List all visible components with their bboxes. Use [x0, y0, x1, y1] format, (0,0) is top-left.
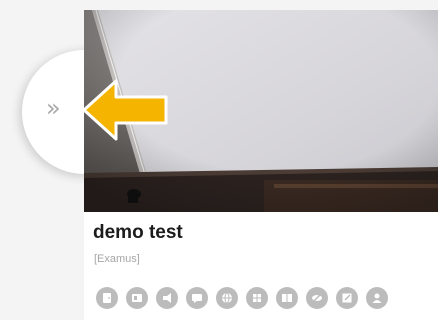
session-card: demo test [Examus] [84, 10, 438, 320]
grid-icon[interactable] [246, 287, 268, 309]
session-title: demo test [93, 222, 183, 243]
edit-icon[interactable] [336, 287, 358, 309]
person-icon[interactable] [366, 287, 388, 309]
door-icon[interactable] [96, 287, 118, 309]
double-chevron-right-icon[interactable]: » [46, 96, 61, 120]
pointing-arrow-icon [82, 79, 168, 141]
eye-off-icon[interactable] [306, 287, 328, 309]
chat-icon[interactable] [186, 287, 208, 309]
book-icon[interactable] [276, 287, 298, 309]
megaphone-icon[interactable] [156, 287, 178, 309]
globe-icon[interactable] [216, 287, 238, 309]
id-card-icon[interactable] [126, 287, 148, 309]
provider-label: [Examus] [94, 253, 140, 265]
action-icon-row [96, 287, 388, 309]
